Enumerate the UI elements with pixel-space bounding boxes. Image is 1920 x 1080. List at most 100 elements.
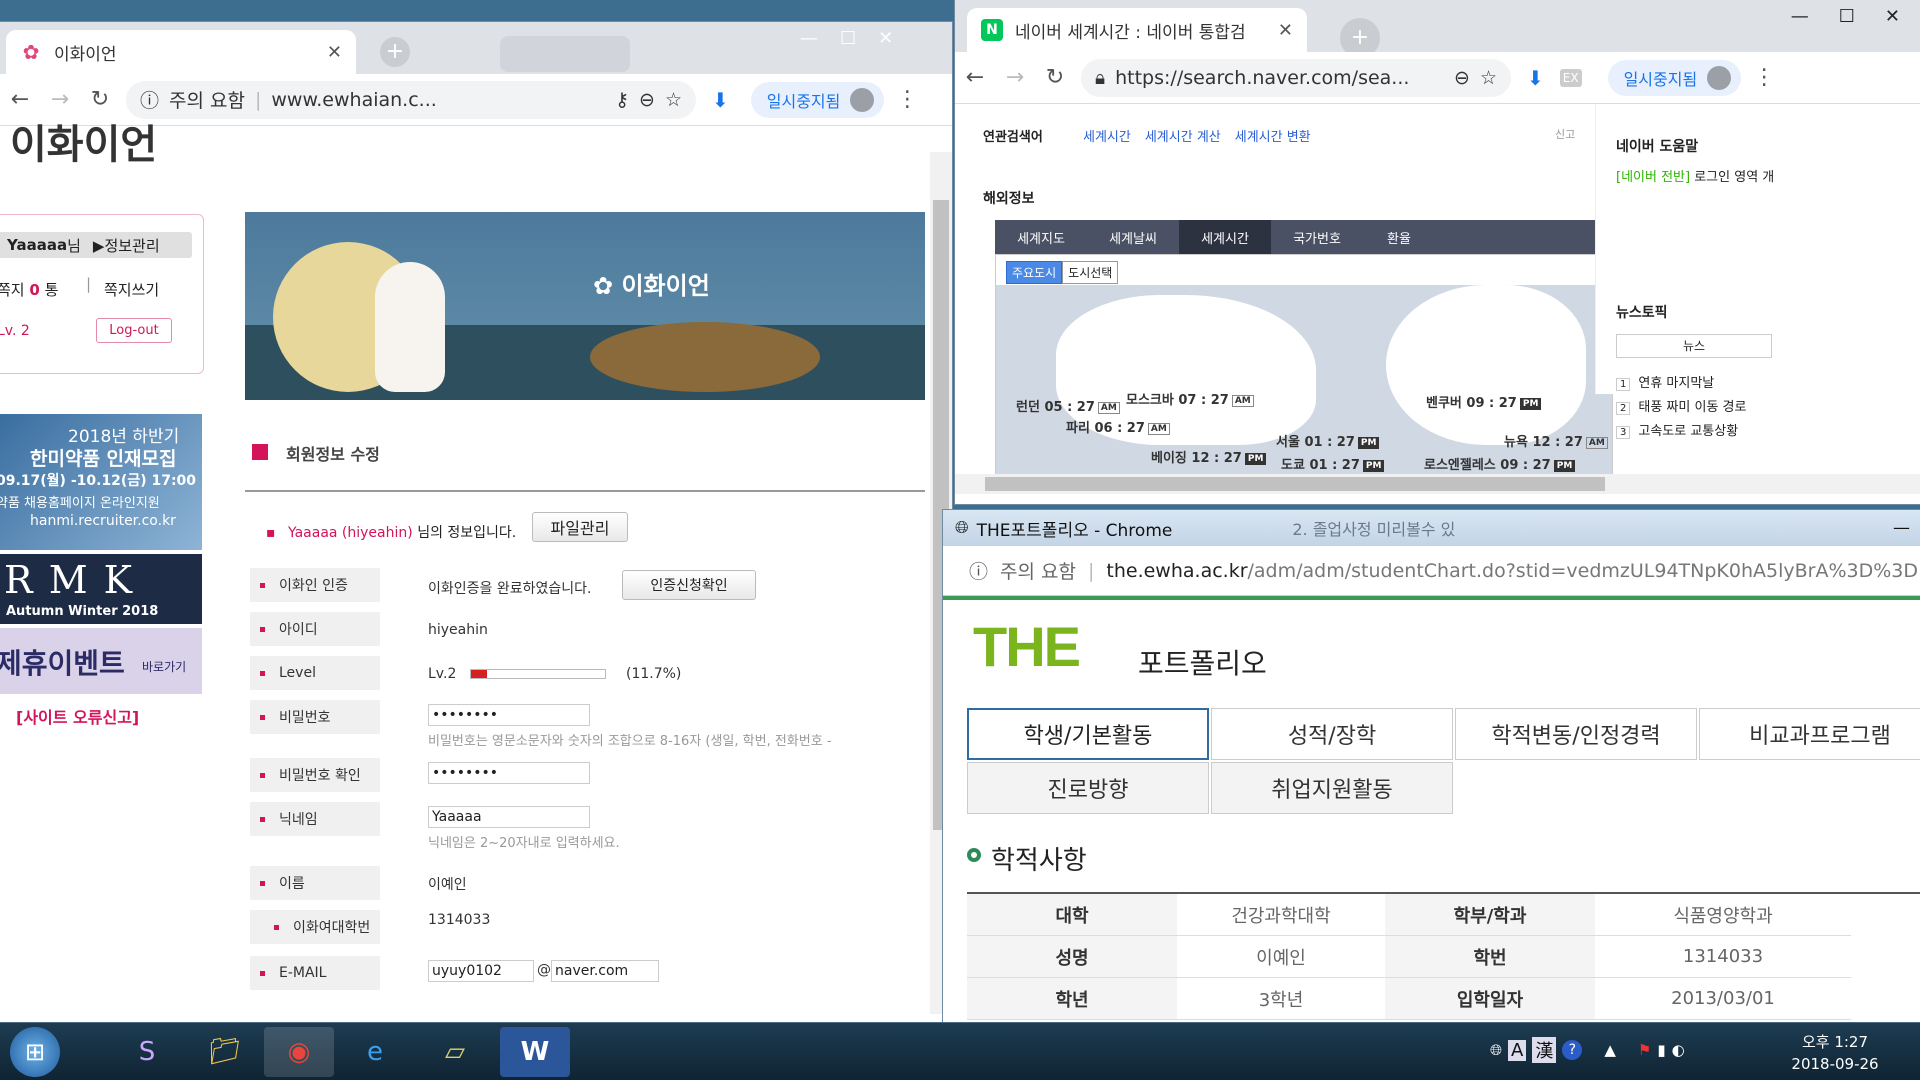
tab-ewhaian[interactable]: ✿ 이화이언 ✕ (6, 30, 356, 74)
download-icon[interactable]: ⬇ (1527, 66, 1544, 90)
the-logo[interactable]: THE (973, 614, 1081, 679)
note-count[interactable]: 쪽지 0 통 (0, 279, 58, 300)
word-icon[interactable]: W (500, 1027, 570, 1077)
site-logo[interactable]: 이화이언 (10, 112, 157, 170)
reload-icon[interactable]: ↻ (1035, 65, 1075, 90)
tab-world-map[interactable]: 세계지도 (995, 220, 1087, 254)
tab-country-code[interactable]: 국가번호 (1271, 220, 1363, 254)
input-lang-han[interactable]: 漢 (1532, 1037, 1557, 1063)
cert-request-button[interactable]: 인증신청확인 (622, 570, 756, 600)
tab-grades-scholarship[interactable]: 성적/장학 (1211, 708, 1453, 760)
flag-icon[interactable]: ⚑ (1638, 1041, 1651, 1059)
back-icon[interactable]: ← (0, 87, 40, 112)
subtab-major-cities[interactable]: 주요도시 (1006, 261, 1063, 284)
news-item[interactable]: 3 고속도로 교통상황 (1616, 420, 1746, 444)
info-manage-link[interactable]: ▶정보관리 (93, 235, 160, 256)
tab-extracurricular[interactable]: 비교과프로그램 (1699, 708, 1920, 760)
related-link[interactable]: 세계시간 변환 (1235, 126, 1311, 145)
menu-icon[interactable]: ⋮ (896, 87, 918, 112)
tab-student-basic[interactable]: 학생/기본활동 (967, 708, 1209, 760)
new-tab-button[interactable]: + (380, 37, 410, 67)
news-item[interactable]: 2 태풍 짜미 이동 경로 (1616, 396, 1746, 420)
minimize-icon[interactable]: — (1791, 6, 1809, 27)
help-text[interactable]: [네이버 전반] 로그인 영역 개 (1616, 168, 1786, 187)
input-lang-a[interactable]: A (1508, 1039, 1527, 1061)
network-icon[interactable]: ◐ (1672, 1041, 1685, 1059)
info-icon[interactable]: ⓘ (969, 557, 988, 584)
news-tab[interactable]: 뉴스 (1616, 334, 1772, 358)
close-tab-icon[interactable]: ✕ (1278, 20, 1293, 41)
maximize-icon[interactable]: ☐ (1839, 6, 1855, 27)
key-icon[interactable]: ⚷ (615, 89, 629, 111)
scrollbar-thumb[interactable] (985, 477, 1605, 491)
sticky-notes-icon[interactable]: ▱ (420, 1027, 490, 1077)
report-error-link[interactable]: [사이트 오류신고] (16, 704, 139, 728)
taskbar-s-app-icon[interactable]: S (112, 1027, 182, 1077)
file-manage-button[interactable]: 파일관리 (532, 512, 628, 542)
password-input[interactable]: •••••••• (428, 704, 590, 726)
menu-icon[interactable]: ⋮ (1753, 65, 1775, 90)
related-link[interactable]: 세계시간 계산 (1145, 126, 1221, 145)
tab-academic-change[interactable]: 학적변동/인정경력 (1455, 708, 1697, 760)
level-progress-fill (471, 670, 487, 678)
nickname-input[interactable]: Yaaaaa (428, 806, 590, 828)
globe-icon[interactable]: 🌐︎ (1490, 1041, 1502, 1059)
close-tab-icon[interactable]: ✕ (327, 42, 342, 63)
paused-profile-button[interactable]: 일시중지됨 (750, 81, 885, 118)
bookmark-star-icon[interactable]: ☆ (665, 89, 682, 111)
email-user-input[interactable]: uyuy0102 (428, 960, 534, 982)
write-note-link[interactable]: 쪽지쓰기 (104, 279, 159, 300)
subtabs: 주요도시 도시선택 (1006, 261, 1119, 284)
help-tag: [네이버 전반] (1616, 170, 1691, 185)
tab-world-weather[interactable]: 세계날씨 (1087, 220, 1179, 254)
forward-icon[interactable]: → (995, 65, 1035, 90)
news-item[interactable]: 1 연휴 마지막날 (1616, 372, 1746, 396)
popup-address-bar[interactable]: ⓘ 주의 요함 | the.ewha.ac.kr/adm/adm/student… (943, 546, 1920, 596)
file-explorer-icon[interactable]: 📁︎ (190, 1027, 260, 1077)
related-link[interactable]: 세계시간 (1083, 126, 1131, 145)
tab-naver[interactable]: N 네이버 세계시간 : 네이버 통합검 ✕ (967, 8, 1307, 52)
close-window-icon[interactable]: ✕ (878, 28, 893, 49)
back-icon[interactable]: ← (955, 65, 995, 90)
paused-profile-button[interactable]: 일시중지됨 (1607, 59, 1742, 96)
logout-button[interactable]: Log-out (96, 318, 172, 343)
extension-icon[interactable]: EX (1559, 68, 1582, 87)
internet-explorer-icon[interactable]: e (340, 1027, 410, 1077)
report-link[interactable]: 신고 (1555, 126, 1575, 142)
address-bar[interactable]: ⓘ 주의 요함 | www.ewhaian.c... ⚷ ⊖ ☆ (126, 80, 696, 119)
maximize-icon[interactable]: ☐ (840, 28, 856, 49)
download-icon[interactable]: ⬇ (712, 88, 729, 112)
tab-exchange-rate[interactable]: 환율 (1363, 220, 1435, 254)
partner-event-banner[interactable]: 제휴이벤트 바로가기 (0, 628, 202, 694)
reload-icon[interactable]: ↻ (80, 87, 120, 112)
close-window-icon[interactable]: ✕ (1885, 6, 1900, 27)
minimize-icon[interactable]: — (800, 28, 818, 49)
horizontal-scrollbar[interactable] (955, 474, 1920, 494)
clock[interactable]: 오후 1:27 2018-09-26 (1780, 1031, 1890, 1075)
tab-career[interactable]: 진로방향 (967, 762, 1209, 814)
forward-icon[interactable]: → (40, 87, 80, 112)
tab-world-time[interactable]: 세계시간 (1179, 220, 1271, 254)
banner-text: 약품 채용홈페이지 온라인지원 (0, 496, 160, 511)
city-clock: 09 : 27 (1466, 396, 1517, 411)
start-button[interactable]: ⊞ (10, 1027, 60, 1077)
chrome-icon[interactable]: ◉ (264, 1027, 334, 1077)
minimize-icon[interactable]: — (1893, 518, 1910, 538)
background-tab[interactable] (500, 36, 630, 72)
hanmi-banner[interactable]: 2018년 하반기 한미약품 인재모집 09.17(월) -10.12(금) 1… (0, 414, 202, 550)
subtab-select-city[interactable]: 도시선택 (1062, 261, 1119, 284)
zoom-icon[interactable]: ⊖ (1454, 67, 1470, 89)
address-bar[interactable]: 🔒︎ https://search.naver.com/sea... ⊖ ☆ (1081, 58, 1511, 97)
password-confirm-input[interactable]: •••••••• (428, 762, 590, 784)
zoom-icon[interactable]: ⊖ (639, 89, 655, 111)
email-domain-input[interactable]: naver.com (551, 960, 659, 982)
window-title: THE포트폴리오 - Chrome (976, 520, 1173, 541)
show-hidden-icons[interactable]: ▲ (1604, 1041, 1616, 1059)
rmk-banner[interactable]: R M K Autumn Winter 2018 (0, 554, 202, 624)
battery-icon[interactable]: ▮ (1657, 1041, 1665, 1059)
help-icon[interactable]: ? (1562, 1040, 1583, 1060)
tab-employment[interactable]: 취업지원활동 (1211, 762, 1453, 814)
info-icon[interactable]: ⓘ (140, 86, 159, 113)
bookmark-star-icon[interactable]: ☆ (1480, 67, 1497, 89)
user-name: Yaaaaa (7, 236, 68, 254)
